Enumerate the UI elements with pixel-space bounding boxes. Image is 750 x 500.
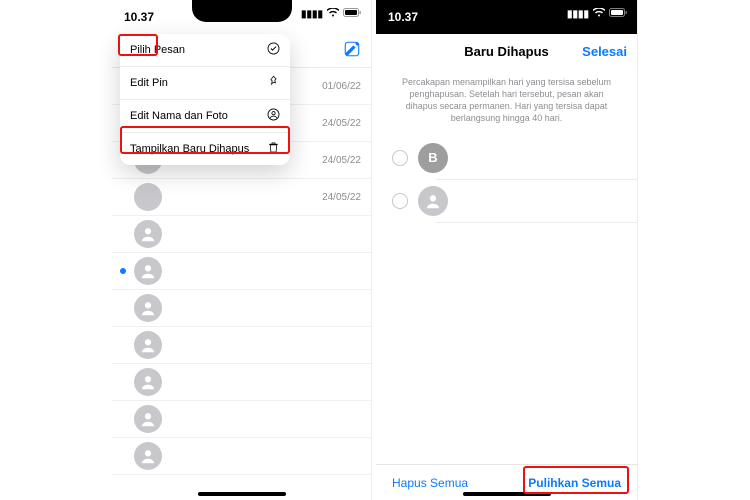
notch: [192, 0, 292, 22]
select-radio[interactable]: [392, 193, 408, 209]
phone-left: 10.37 ▮▮▮▮ Edit Pesan Pilih Pesan Edit P…: [112, 0, 372, 500]
message-row[interactable]: [112, 364, 371, 401]
avatar: [134, 294, 162, 322]
phone-right: 10.37 ▮▮▮▮ Baru Dihapus Selesai Percakap…: [376, 0, 638, 500]
menu-item-pin[interactable]: Edit Pin: [120, 67, 290, 100]
message-date: 24/05/22: [322, 155, 361, 166]
person-circle-icon: [267, 108, 280, 124]
compose-button[interactable]: [343, 40, 361, 61]
message-date: 24/05/22: [322, 118, 361, 129]
message-row[interactable]: 24/05/22: [112, 179, 371, 216]
menu-label: Pilih Pesan: [130, 44, 185, 56]
deleted-row[interactable]: B: [376, 137, 637, 179]
select-radio[interactable]: [392, 150, 408, 166]
message-row[interactable]: [112, 290, 371, 327]
delete-all-button[interactable]: Hapus Semua: [392, 476, 468, 490]
avatar: [134, 405, 162, 433]
menu-item-name-photo[interactable]: Edit Nama dan Foto: [120, 100, 290, 133]
menu-label: Tampilkan Baru Dihapus: [130, 143, 249, 155]
done-button[interactable]: Selesai: [582, 44, 627, 59]
edit-menu-popup: Pilih Pesan Edit Pin Edit Nama dan Foto …: [120, 34, 290, 165]
status-time: 10.37: [124, 10, 154, 24]
status-right: ▮▮▮▮: [301, 8, 361, 20]
signal-icon: ▮▮▮▮: [567, 9, 589, 20]
recover-all-button[interactable]: Pulihkan Semua: [528, 476, 621, 490]
status-right: ▮▮▮▮: [567, 8, 627, 20]
check-circle-icon: [267, 42, 280, 58]
message-row[interactable]: [112, 253, 371, 290]
message-row[interactable]: [112, 327, 371, 364]
avatar: [134, 257, 162, 285]
message-date: 24/05/22: [322, 192, 361, 203]
battery-icon: [343, 8, 361, 20]
home-indicator: [198, 492, 286, 496]
status-bar: 10.37 ▮▮▮▮: [376, 0, 637, 34]
wifi-icon: [593, 8, 605, 20]
battery-icon: [609, 8, 627, 20]
menu-label: Edit Nama dan Foto: [130, 110, 228, 122]
trash-icon: [267, 141, 280, 157]
avatar: B: [418, 143, 448, 173]
pin-icon: [267, 75, 280, 91]
menu-item-recently-deleted[interactable]: Tampilkan Baru Dihapus: [120, 133, 290, 165]
status-time: 10.37: [388, 10, 418, 24]
status-bar: 10.37 ▮▮▮▮: [112, 0, 371, 34]
deleted-row[interactable]: [376, 180, 637, 222]
home-indicator: [463, 492, 551, 496]
avatar: [134, 183, 162, 211]
avatar-initial: B: [428, 150, 437, 165]
avatar: [134, 220, 162, 248]
deleted-sheet: Baru Dihapus Selesai Percakapan menampil…: [376, 34, 637, 500]
avatar: [134, 368, 162, 396]
avatar: [418, 186, 448, 216]
nav-bar: Baru Dihapus Selesai: [376, 34, 637, 68]
message-row[interactable]: [112, 216, 371, 253]
message-row[interactable]: [112, 438, 371, 475]
menu-item-select[interactable]: Pilih Pesan: [120, 34, 290, 67]
info-text: Percakapan menampilkan hari yang tersisa…: [376, 68, 637, 137]
avatar: [134, 442, 162, 470]
message-date: 01/06/22: [322, 81, 361, 92]
avatar: [134, 331, 162, 359]
unread-dot-icon: [120, 268, 126, 274]
signal-icon: ▮▮▮▮: [301, 9, 323, 20]
menu-label: Edit Pin: [130, 77, 168, 89]
message-row[interactable]: [112, 401, 371, 438]
wifi-icon: [327, 8, 339, 20]
